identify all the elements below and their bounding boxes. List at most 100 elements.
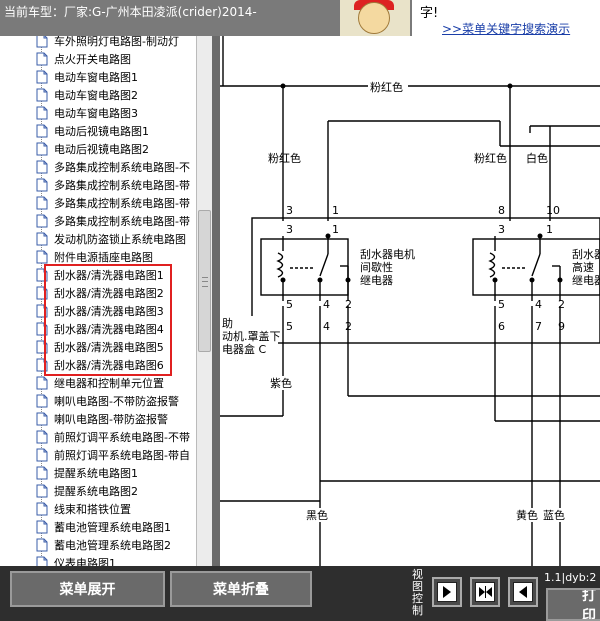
box-label-1: 助 bbox=[222, 316, 233, 330]
pin-r2-top-d: 1 bbox=[546, 223, 553, 236]
print-button[interactable]: 打印 bbox=[546, 588, 600, 621]
menu-expand-button[interactable]: 菜单展开 bbox=[10, 571, 165, 607]
pin-r2-bot-a: 5 bbox=[498, 298, 505, 311]
tree-item-label: 提醒系统电路图2 bbox=[54, 485, 138, 498]
view-toggle-button[interactable] bbox=[470, 577, 500, 607]
tree-item[interactable]: 电动后视镜电路图2 bbox=[36, 140, 149, 158]
view-next-button[interactable] bbox=[432, 577, 462, 607]
menu-collapse-button[interactable]: 菜单折叠 bbox=[170, 571, 312, 607]
tree-item[interactable]: 电动车窗电路图3 bbox=[36, 104, 138, 122]
tree-item-label: 喇叭电路图-不带防盗报警 bbox=[54, 395, 179, 408]
tree-item-label: 电动车窗电路图2 bbox=[54, 89, 138, 102]
pin-r2-out-c: 9 bbox=[558, 320, 565, 333]
tree-item[interactable]: 蓄电池管理系统电路图2 bbox=[36, 536, 171, 554]
tree-item-label: 喇叭电路图-带防盗报警 bbox=[54, 413, 168, 426]
document-icon bbox=[36, 88, 48, 102]
tree-item-label: 点火开关电路图 bbox=[54, 53, 131, 66]
tree-item-label: 多路集成控制系统电路图-带 bbox=[54, 179, 190, 192]
tree-item-label: 电动后视镜电路图2 bbox=[54, 143, 149, 156]
pin-r2-top-c: 3 bbox=[498, 223, 505, 236]
document-icon bbox=[36, 322, 48, 336]
tip-text: 字! bbox=[420, 6, 439, 21]
document-icon bbox=[36, 70, 48, 84]
tree-item[interactable]: 多路集成控制系统电路图-带 bbox=[36, 212, 190, 230]
relay2-label-2: 高速 bbox=[572, 260, 594, 274]
tree-item[interactable]: 提醒系统电路图2 bbox=[36, 482, 138, 500]
tree-scrollbar[interactable] bbox=[196, 36, 213, 566]
tree-item[interactable]: 多路集成控制系统电路图-带 bbox=[36, 176, 190, 194]
scrollbar-thumb[interactable] bbox=[198, 210, 211, 352]
mascot-logo bbox=[340, 0, 410, 36]
tree-item[interactable]: 电动车窗电路图2 bbox=[36, 86, 138, 104]
wire-white-label: 白色 bbox=[526, 151, 548, 165]
document-icon bbox=[36, 178, 48, 192]
tree-item[interactable]: 刮水器/清洗器电路图6 bbox=[36, 356, 164, 374]
tree-item-label: 提醒系统电路图1 bbox=[54, 467, 138, 480]
document-icon bbox=[36, 250, 48, 264]
pane-divider[interactable] bbox=[212, 36, 220, 566]
tree-item-label: 前照灯调平系统电路图-带自 bbox=[54, 449, 190, 462]
wire-pink-right-label: 粉红色 bbox=[474, 151, 507, 165]
document-icon bbox=[36, 376, 48, 390]
tree-item[interactable]: 继电器和控制单元位置 bbox=[36, 374, 164, 392]
pin-r1-out-a: 5 bbox=[286, 320, 293, 333]
tree-item-label: 仪表电路图1 bbox=[54, 557, 116, 566]
tree-item-label: 电动后视镜电路图1 bbox=[54, 125, 149, 138]
tree-item[interactable]: 刮水器/清洗器电路图4 bbox=[36, 320, 164, 338]
wire-pink-top-label: 粉红色 bbox=[370, 80, 403, 94]
tree-item[interactable]: 电动车窗电路图1 bbox=[36, 68, 138, 86]
box-label-3: 电器盒 C bbox=[222, 342, 266, 356]
document-icon bbox=[36, 484, 48, 498]
tree-item[interactable]: 前照灯调平系统电路图-不带 bbox=[36, 428, 190, 446]
tree-item[interactable]: 多路集成控制系统电路图-带 bbox=[36, 194, 190, 212]
tree-item-label: 前照灯调平系统电路图-不带 bbox=[54, 431, 190, 444]
relay1-label-2: 间歇性 bbox=[360, 260, 393, 274]
tree-item[interactable]: 刮水器/清洗器电路图1 bbox=[36, 266, 164, 284]
tree-item[interactable]: 车外照明灯电路图-制动灯 bbox=[36, 36, 179, 50]
document-icon bbox=[36, 106, 48, 120]
pin-r2-bot-c: 2 bbox=[558, 298, 565, 311]
relay2-label-1: 刮水器 bbox=[572, 247, 600, 261]
tree-item[interactable]: 多路集成控制系统电路图-不 bbox=[36, 158, 190, 176]
tree-item[interactable]: 刮水器/清洗器电路图3 bbox=[36, 302, 164, 320]
wire-purple-label: 紫色 bbox=[270, 376, 292, 390]
pin-r2-bot-b: 4 bbox=[535, 298, 542, 311]
pin-r2-out-a: 6 bbox=[498, 320, 505, 333]
document-icon bbox=[36, 466, 48, 480]
tree-item[interactable]: 仪表电路图1 bbox=[36, 554, 116, 566]
document-icon bbox=[36, 36, 48, 48]
document-icon bbox=[36, 232, 48, 246]
current-car-model: 当前车型：厂家:G-广州本田凌派(crider)2014- bbox=[4, 5, 257, 19]
view-prev-button[interactable] bbox=[508, 577, 538, 607]
relay1-label-3: 继电器 bbox=[360, 274, 393, 287]
tree-item[interactable]: 喇叭电路图-不带防盗报警 bbox=[36, 392, 179, 410]
tree-item[interactable]: 喇叭电路图-带防盗报警 bbox=[36, 410, 168, 428]
pin-r1-out-b: 4 bbox=[323, 320, 330, 333]
tree-item-label: 蓄电池管理系统电路图1 bbox=[54, 521, 171, 534]
pin-r1-top-b: 1 bbox=[332, 204, 339, 217]
tree-item[interactable]: 刮水器/清洗器电路图2 bbox=[36, 284, 164, 302]
pin-r1-bot-b: 4 bbox=[323, 298, 330, 311]
document-icon bbox=[36, 556, 48, 566]
tree-item[interactable]: 电动后视镜电路图1 bbox=[36, 122, 149, 140]
document-icon bbox=[36, 520, 48, 534]
tree-item[interactable]: 蓄电池管理系统电路图1 bbox=[36, 518, 171, 536]
tree-item-label: 刮水器/清洗器电路图2 bbox=[54, 287, 164, 300]
document-icon bbox=[36, 448, 48, 462]
tree-item[interactable]: 发动机防盗锁止系统电路图 bbox=[36, 230, 186, 248]
tree-item[interactable]: 附件电源插座电路图 bbox=[36, 248, 153, 266]
search-demo-link[interactable]: >>菜单关键字搜索演示 bbox=[442, 20, 570, 37]
document-icon bbox=[36, 268, 48, 282]
wire-yellow-label: 黄色 bbox=[516, 508, 538, 522]
status-text: 1.1|dyb:2 bbox=[544, 571, 597, 584]
pin-r1-top-c: 3 bbox=[286, 223, 293, 236]
tree-item-label: 多路集成控制系统电路图-带 bbox=[54, 197, 190, 210]
tree-item[interactable]: 刮水器/清洗器电路图5 bbox=[36, 338, 164, 356]
tree-item[interactable]: 前照灯调平系统电路图-带自 bbox=[36, 446, 190, 464]
box-label-2: 动机.罩盖下 bbox=[222, 329, 281, 343]
document-icon bbox=[36, 214, 48, 228]
tree-item[interactable]: 提醒系统电路图1 bbox=[36, 464, 138, 482]
tree-item[interactable]: 线束和搭铁位置 bbox=[36, 500, 131, 518]
document-icon bbox=[36, 502, 48, 516]
tree-item[interactable]: 点火开关电路图 bbox=[36, 50, 131, 68]
